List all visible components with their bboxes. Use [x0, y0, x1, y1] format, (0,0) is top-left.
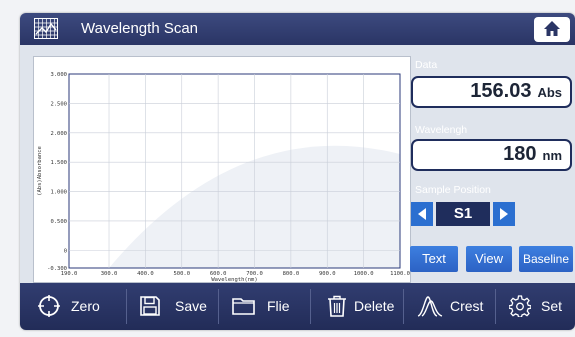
title-bar: Wavelength Scan [20, 13, 575, 45]
home-button[interactable] [534, 17, 570, 42]
x-tick-label: 500.0 [173, 271, 190, 277]
delete-label: Delete [354, 298, 395, 314]
set-button[interactable]: Set [509, 283, 569, 330]
view-button[interactable]: View [466, 246, 512, 272]
x-tick-label: 400.0 [137, 271, 154, 277]
toolbar-divider [126, 289, 127, 324]
sample-position-selector: S1 [411, 202, 515, 226]
x-tick-label: 300.0 [101, 271, 118, 277]
trash-icon [328, 295, 346, 317]
y-tick-label: 3.000 [50, 72, 67, 78]
crosshair-icon [38, 295, 60, 317]
x-tick-label: 800.0 [283, 271, 300, 277]
crest-label: Crest [450, 298, 484, 314]
file-button[interactable]: Flie [232, 283, 310, 330]
y-tick-label: -0.300 [47, 266, 67, 272]
bottom-toolbar: Zero Save Flie Delete Crest Set [20, 283, 575, 330]
grid-chart-icon [34, 18, 58, 39]
delete-button[interactable]: Delete [327, 283, 397, 330]
toolbar-divider [403, 289, 404, 324]
data-value-box: 156.03 Abs [411, 76, 572, 108]
toolbar-divider [218, 289, 219, 324]
peak-icon [417, 296, 443, 317]
save-button[interactable]: Save [139, 283, 219, 330]
sample-next-button[interactable] [493, 202, 515, 226]
sample-position-value: S1 [436, 202, 490, 226]
wavelength-value-box[interactable]: 180 nm [411, 139, 572, 171]
zero-button[interactable]: Zero [38, 283, 116, 330]
y-tick-label: 2.000 [50, 131, 67, 137]
home-icon [544, 21, 560, 36]
folder-icon [232, 298, 255, 315]
chart-canvas: 190.0 300.0 400.0 500.0 600.0 700.0 800.0 900.0… [37, 72, 410, 283]
text-button[interactable]: Text [410, 246, 458, 272]
x-axis-label: Wavelength(nm) [211, 277, 257, 282]
file-label: Flie [267, 298, 290, 314]
floppy-disk-icon [140, 296, 160, 316]
x-tick-label: 1100.0 [390, 271, 410, 277]
data-unit: Abs [537, 85, 562, 100]
window-title: Wavelength Scan [81, 20, 199, 37]
y-tick-label: 0 [64, 248, 67, 254]
data-value: 156.03 [470, 80, 532, 102]
app-window: Wavelength Scan 190.0 300.0 400.0 500.0 600.… [20, 13, 575, 330]
x-tick-label: 1000.0 [354, 271, 374, 277]
toolbar-divider [495, 289, 496, 324]
set-label: Set [541, 298, 563, 314]
wavelength-unit: nm [542, 148, 563, 163]
crest-button[interactable]: Crest [417, 283, 487, 330]
sample-position-label: Sample Position [415, 184, 491, 196]
y-axis-label: (Abs)Absorbance [37, 146, 43, 196]
y-tick-label: 2.500 [50, 101, 67, 107]
baseline-button[interactable]: Baseline [519, 246, 573, 272]
triangle-left-icon [418, 208, 426, 220]
save-label: Save [175, 298, 207, 314]
wavelength-value: 180 [503, 143, 537, 165]
sample-prev-button[interactable] [411, 202, 433, 226]
y-tick-label: 0.500 [50, 219, 67, 225]
x-tick-label: 900.0 [319, 271, 336, 277]
gear-icon [509, 295, 531, 317]
wavelength-scan-chart[interactable]: 190.0 300.0 400.0 500.0 600.0 700.0 800.0 900.0… [33, 56, 411, 283]
wavelength-label: Wavelengh [415, 124, 468, 136]
data-label: Data [415, 59, 438, 71]
zero-label: Zero [71, 298, 100, 314]
y-tick-label: 1.500 [50, 160, 67, 166]
triangle-right-icon [500, 208, 508, 220]
y-tick-label: 1.000 [50, 190, 67, 196]
toolbar-divider [310, 289, 311, 324]
